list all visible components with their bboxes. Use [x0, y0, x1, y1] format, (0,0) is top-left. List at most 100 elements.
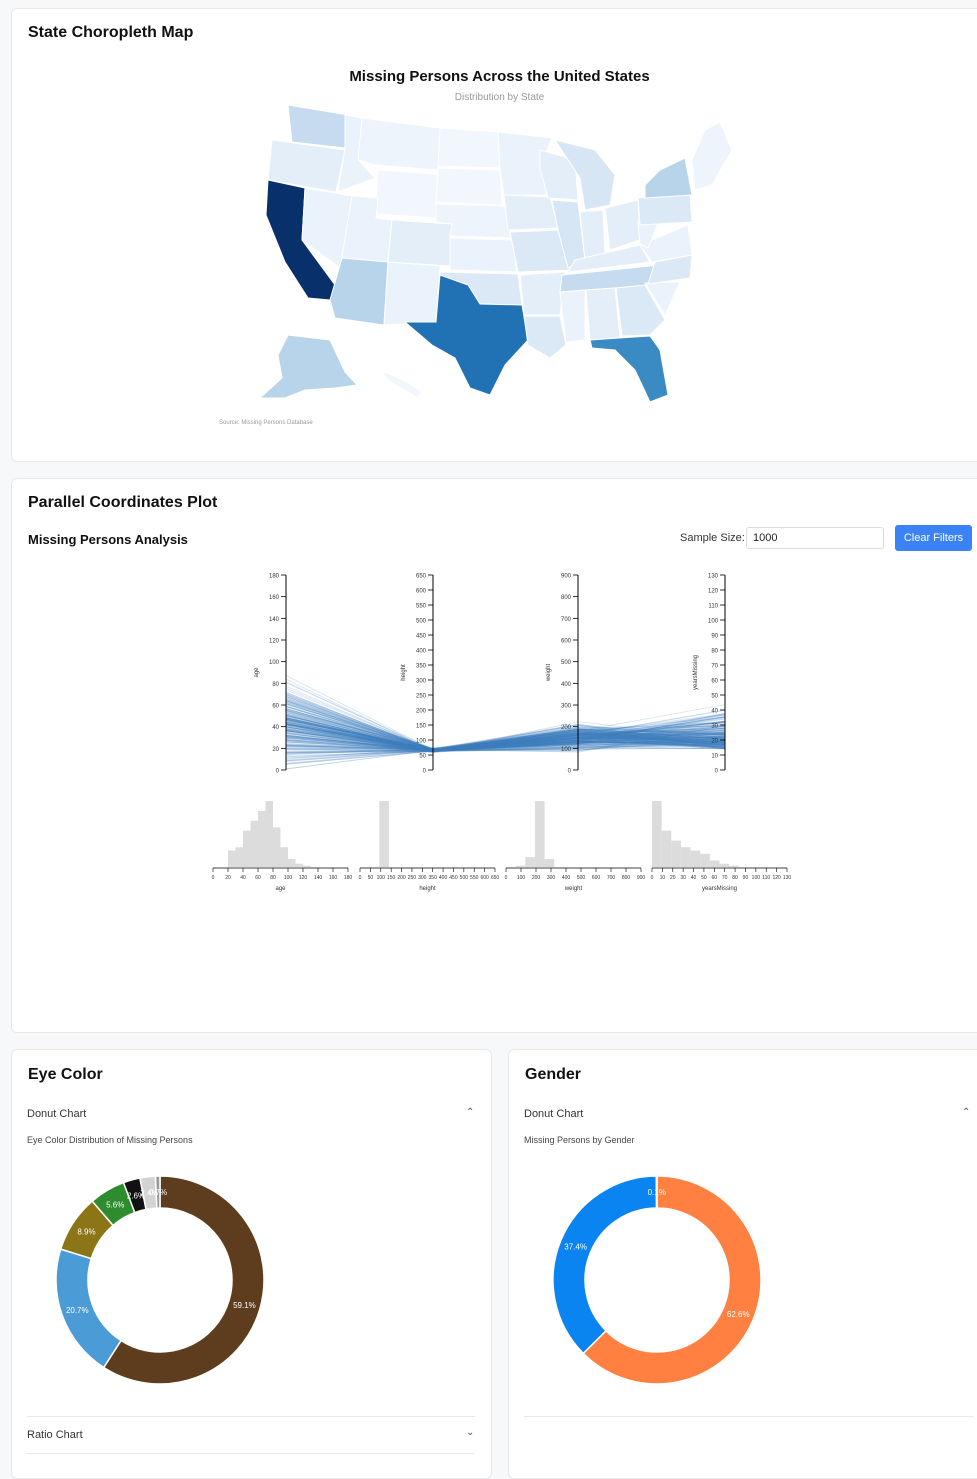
histogram-bar: [709, 860, 720, 867]
parallel-coordinates-plot[interactable]: 0 20 40 60 80 100 120 140 160 180 age 0 50 100 150 200 2…: [0, 560, 977, 900]
sample-size-input[interactable]: [746, 527, 884, 549]
state-colorado[interactable]: [387, 219, 453, 267]
axis-tick-label: 130: [708, 574, 719, 580]
histogram-tick-label: 650: [491, 875, 500, 881]
clear-filters-button[interactable]: Clear Filters: [895, 525, 972, 551]
axis-tick-label: 400: [416, 649, 427, 655]
gender-slice-1[interactable]: [552, 1175, 658, 1355]
axis-tick-label: 70: [711, 664, 718, 670]
histogram-tick-label: 30: [680, 875, 686, 881]
axis-tick-label: 160: [269, 595, 280, 601]
state-ohio[interactable]: [604, 199, 641, 251]
axis-tick-label: 150: [416, 724, 427, 730]
axis-tick-label: 900: [561, 574, 572, 580]
axis-tick-label: 800: [561, 595, 572, 601]
histogram-tick-label: 50: [368, 875, 374, 881]
map-source: Source: Missing Persons Database: [219, 420, 313, 426]
state-arizona[interactable]: [329, 257, 389, 326]
histogram-tick-label: 800: [622, 875, 631, 881]
histogram-label: age: [275, 886, 286, 892]
histogram-bar: [243, 830, 251, 867]
chevron-down-icon[interactable]: ⌄: [466, 1427, 474, 1438]
state-washington[interactable]: [287, 104, 349, 149]
axis-tick-label: 60: [711, 679, 718, 685]
ratio-chart-accordion-label[interactable]: Ratio Chart: [27, 1429, 83, 1441]
histogram-tick-label: 600: [480, 875, 489, 881]
state-south-dakota[interactable]: [435, 167, 503, 206]
histogram-tick-label: 0: [212, 875, 215, 881]
histogram-tick-label: 400: [562, 875, 571, 881]
state-north-dakota[interactable]: [437, 127, 501, 169]
histogram-tick-label: 40: [691, 875, 697, 881]
state-iowa[interactable]: [503, 194, 559, 231]
chevron-up-icon[interactable]: ⌃: [466, 1107, 474, 1118]
axis-age[interactable]: 0 20 40 60 80 100 120 140 160 180 age: [254, 574, 287, 775]
histogram-tick-label: 180: [344, 875, 353, 881]
state-kansas[interactable]: [449, 237, 517, 273]
histogram-tick-label: 100: [284, 875, 293, 881]
chevron-up-icon[interactable]: ⌃: [962, 1107, 970, 1118]
state-arkansas[interactable]: [519, 271, 566, 316]
histogram-tick-label: 120: [772, 875, 781, 881]
histogram-bar: [719, 863, 730, 867]
histogram-bar: [690, 850, 701, 867]
histogram-weight: 0 100 200 300 400 500 600 700 800 900 weight: [505, 801, 646, 892]
parallel-section-title: Parallel Coordinates Plot: [28, 494, 218, 511]
state-florida[interactable]: [589, 335, 669, 403]
state-louisiana[interactable]: [523, 315, 567, 359]
histogram-tick-label: 500: [460, 875, 469, 881]
state-indiana[interactable]: [579, 209, 606, 261]
state-new-york[interactable]: [644, 157, 693, 199]
state-hawaii[interactable]: [380, 371, 423, 399]
histogram-tick-label: 140: [314, 875, 323, 881]
eye-donut-accordion-label[interactable]: Donut Chart: [27, 1108, 86, 1120]
histogram-tick-label: 60: [712, 875, 718, 881]
eye-color-section-title: Eye Color: [28, 1066, 103, 1083]
axis-tick-label: 600: [561, 639, 572, 645]
histogram-tick-label: 300: [418, 875, 427, 881]
histogram-bar: [295, 863, 303, 867]
histogram-tick-label: 60: [255, 875, 261, 881]
histogram-tick-label: 100: [752, 875, 761, 881]
histogram-tick-label: 120: [299, 875, 308, 881]
state-montana[interactable]: [357, 117, 441, 171]
axis-tick-label: 650: [416, 574, 427, 580]
state-alabama[interactable]: [585, 287, 621, 341]
histogram-bar: [652, 801, 662, 867]
state-alaska[interactable]: [258, 334, 359, 399]
histogram-tick-label: 400: [439, 875, 448, 881]
histogram-tick-label: 160: [329, 875, 338, 881]
axis-tick-label: 40: [272, 725, 279, 731]
gender-accordion-divider: [524, 1416, 974, 1417]
axis-tick-label: 200: [416, 709, 427, 715]
state-new-england[interactable]: [691, 121, 733, 191]
histogram-tick-label: 700: [607, 875, 616, 881]
axis-tick-label: 80: [711, 649, 718, 655]
axis-tick-label: 0: [568, 769, 572, 775]
axis-tick-label: 20: [711, 739, 718, 745]
axis-tick-label: 120: [269, 639, 280, 645]
axis-tick-label: 0: [423, 769, 427, 775]
state-new-mexico[interactable]: [383, 261, 441, 326]
axis-tick-label: 50: [711, 694, 718, 700]
gender-donut-accordion-label[interactable]: Donut Chart: [524, 1108, 583, 1120]
histogram-bar: [265, 801, 273, 867]
histogram-bar: [288, 859, 296, 867]
histogram-tick-label: 300: [547, 875, 556, 881]
state-wyoming[interactable]: [374, 169, 439, 219]
histogram-tick-label: 150: [387, 875, 396, 881]
parallel-heading: Missing Persons Analysis: [28, 532, 188, 547]
eye-color-slice-label-2: 8.9%: [77, 1228, 95, 1237]
us-state-map: [258, 104, 733, 403]
histogram-tick-label: 500: [577, 875, 586, 881]
state-pennsylvania[interactable]: [637, 194, 693, 226]
axis-tick-label: 250: [416, 694, 427, 700]
histogram-tick-label: 900: [637, 875, 646, 881]
axis-tick-label: 550: [416, 604, 427, 610]
axis-tick-label: 300: [561, 704, 572, 710]
histogram-tick-label: 130: [783, 875, 792, 881]
axis-tick-label: 90: [711, 634, 718, 640]
histogram-tick-label: 450: [449, 875, 458, 881]
gender-section-title: Gender: [525, 1066, 582, 1083]
axis-tick-label: 100: [708, 619, 719, 625]
